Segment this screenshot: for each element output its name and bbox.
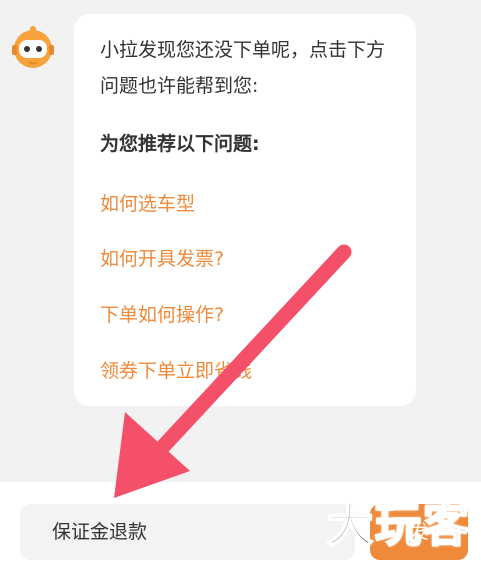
assistant-intro-text: 小拉发现您还没下单呢，点击下方问题也许能帮到您:	[100, 39, 386, 97]
suggested-question-invoice[interactable]: 如何开具发票?	[100, 244, 224, 271]
suggested-question-vehicle-type[interactable]: 如何选车型	[100, 189, 195, 216]
chat-screen: 小拉发现您还没下单呢，点击下方问题也许能帮到您: 为您推荐以下问题: 如何选车型…	[0, 0, 481, 562]
suggested-question-how-to-order[interactable]: 下单如何操作?	[100, 300, 224, 327]
message-input[interactable]: 保证金退款	[20, 504, 355, 560]
robot-avatar-icon	[12, 26, 54, 68]
assistant-message-bubble: 小拉发现您还没下单呢，点击下方问题也许能帮到您: 为您推荐以下问题: 如何选车型…	[74, 14, 416, 406]
send-button[interactable]: 发	[370, 504, 468, 560]
suggested-question-coupon[interactable]: 领券下单立即省钱	[100, 356, 252, 383]
recommend-heading: 为您推荐以下问题:	[100, 133, 260, 155]
